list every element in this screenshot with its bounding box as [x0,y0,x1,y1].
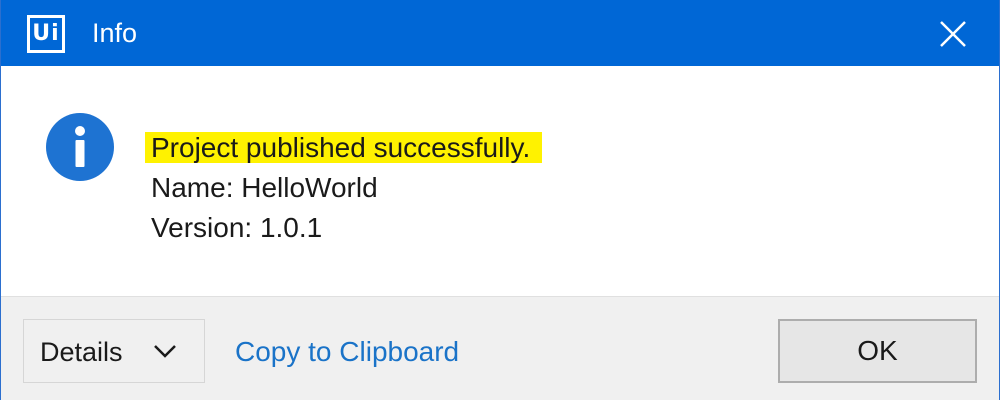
message-name: Name: HelloWorld [151,172,378,203]
window-title: Info [92,18,138,48]
info-icon [46,113,114,181]
close-icon [940,21,966,47]
uipath-logo: Ui [27,15,65,53]
message-success: Project published successfully. [145,130,543,166]
dialog-footer: Details Copy to Clipboard OK [1,296,999,400]
details-button[interactable]: Details [23,319,205,383]
chevron-down-icon [154,345,176,358]
info-dialog: Ui Info Project published successfully. … [0,0,1000,400]
message-area: Project published successfully. Name: He… [1,66,999,296]
success-text: Project published successfully. [145,132,543,163]
details-label: Details [40,337,123,367]
title-bar[interactable]: Ui Info [1,0,999,66]
message-version: Version: 1.0.1 [151,212,323,243]
close-button[interactable] [933,14,973,54]
copy-to-clipboard-link[interactable]: Copy to Clipboard [235,335,459,369]
ok-button[interactable]: OK [778,319,977,383]
ok-label: OK [857,335,898,366]
